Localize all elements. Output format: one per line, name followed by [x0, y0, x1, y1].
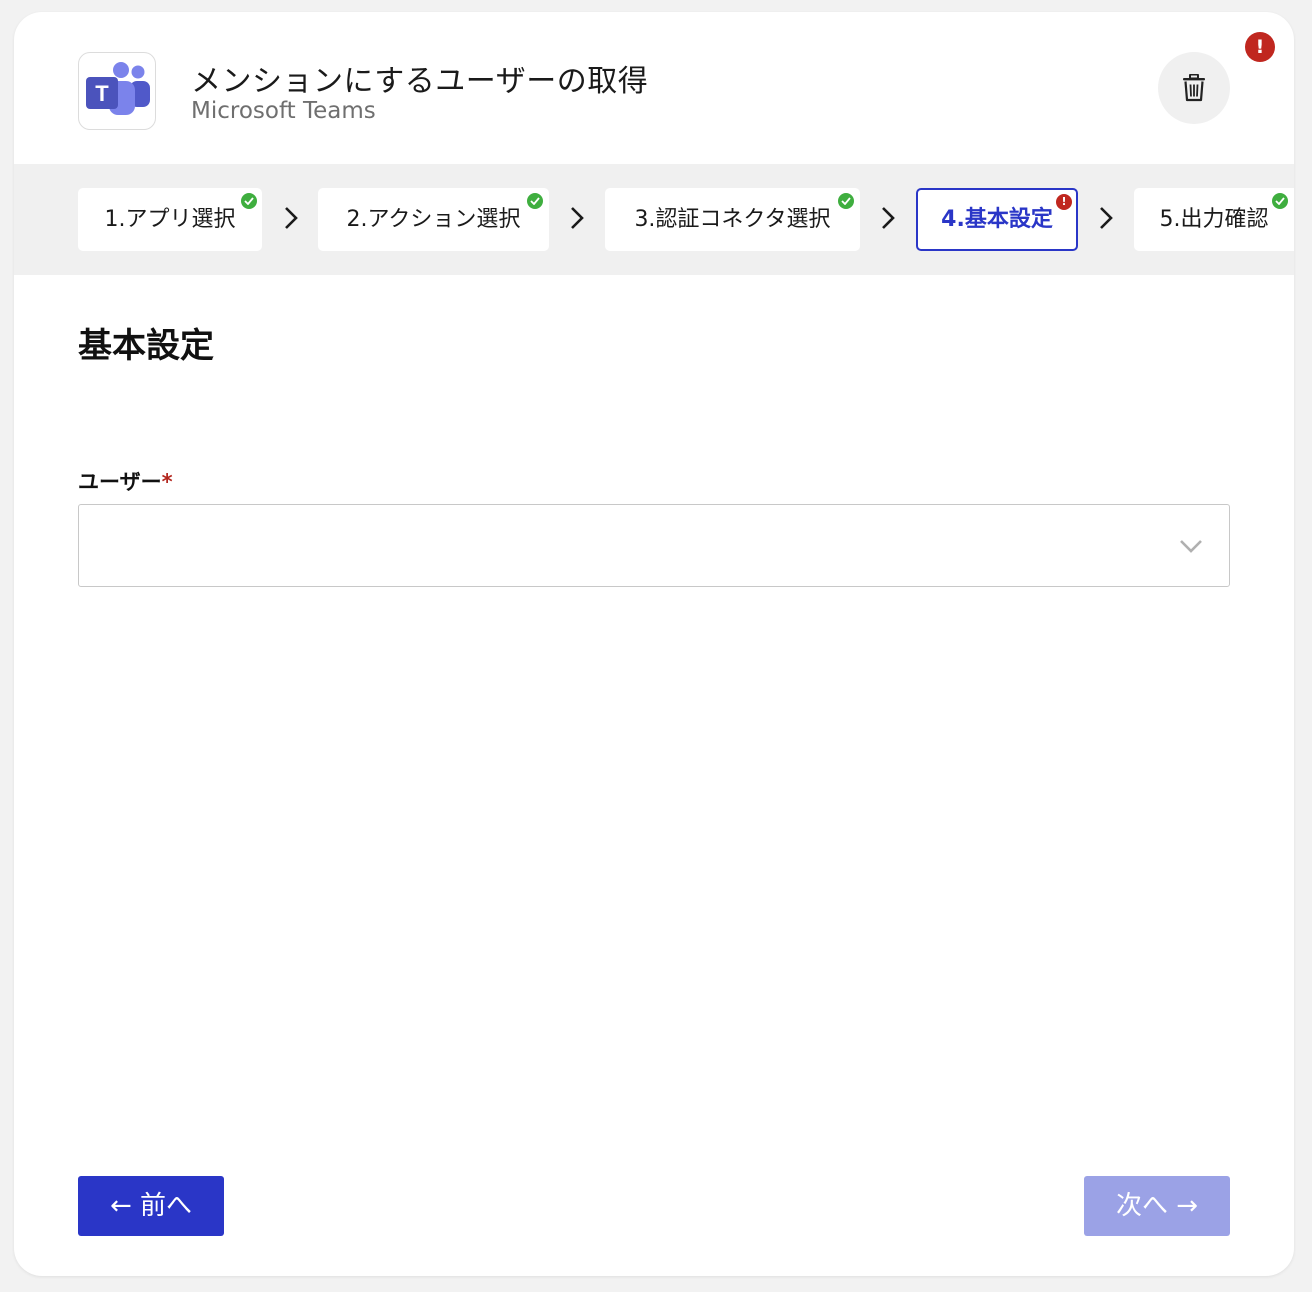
prev-button[interactable]: ← 前へ [78, 1176, 224, 1236]
step-label: 2.アクション選択 [346, 207, 521, 232]
step-output-confirm[interactable]: 5.出力確認 [1134, 188, 1294, 251]
teams-logo-icon: T [78, 52, 156, 130]
chevron-right-icon [1100, 207, 1113, 229]
step-app-select[interactable]: 1.アプリ選択 [78, 188, 262, 251]
user-field-label: ユーザー* [78, 466, 173, 496]
step-action-select[interactable]: 2.アクション選択 [318, 188, 549, 251]
chevron-down-icon [1180, 540, 1202, 553]
next-button[interactable]: 次へ → [1084, 1176, 1230, 1236]
chevron-right-icon [571, 207, 584, 229]
check-icon [1272, 193, 1288, 209]
step-label: 1.アプリ選択 [104, 207, 236, 232]
check-icon [838, 193, 854, 209]
delete-button[interactable] [1158, 52, 1230, 124]
section-title: 基本設定 [78, 326, 214, 366]
user-select[interactable] [78, 504, 1230, 587]
app-name: Microsoft Teams [191, 98, 376, 124]
chevron-right-icon [285, 207, 298, 229]
step-basic-settings[interactable]: 4.基本設定 ! [916, 188, 1078, 251]
chevron-right-icon [882, 207, 895, 229]
page-title: メンションにするユーザーの取得 [191, 64, 649, 99]
trash-icon [1183, 74, 1205, 102]
step-label: 4.基本設定 [941, 207, 1053, 232]
user-label-text: ユーザー [78, 470, 162, 494]
required-mark: * [161, 470, 173, 494]
check-icon [241, 193, 257, 209]
dialog-card: T メンションにするユーザーの取得 Microsoft Teams ! 1.アプ… [14, 12, 1294, 1276]
step-label: 5.出力確認 [1159, 207, 1269, 232]
svg-text:T: T [95, 81, 109, 106]
step-navigation: 1.アプリ選択 2.アクション選択 3.認証コネクタ選択 4.基本設定 ! 5.… [14, 164, 1294, 275]
error-badge-icon: ! [1245, 32, 1275, 62]
check-icon [527, 193, 543, 209]
error-icon: ! [1056, 194, 1072, 210]
step-label: 3.認証コネクタ選択 [634, 207, 831, 232]
step-auth-connector-select[interactable]: 3.認証コネクタ選択 [605, 188, 860, 251]
